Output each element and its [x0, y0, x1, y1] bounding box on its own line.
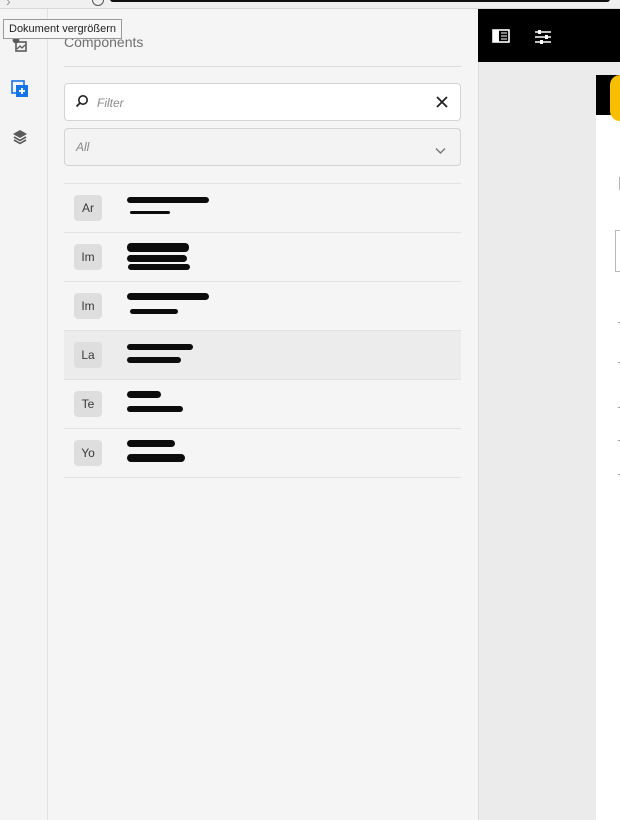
redaction-mark	[128, 264, 190, 270]
properties-icon[interactable]	[534, 29, 552, 50]
component-badge: Im	[74, 293, 102, 319]
component-badge: Te	[74, 391, 102, 417]
redaction-mark	[127, 391, 161, 398]
redaction-mark	[127, 357, 181, 363]
filter-field[interactable]	[64, 83, 461, 121]
redaction-mark	[127, 293, 209, 300]
editor-toolbar	[478, 9, 620, 62]
page-preview[interactable]	[596, 114, 620, 820]
redaction-mark	[127, 255, 187, 262]
components-panel: Components All Ar	[48, 9, 477, 820]
list-item[interactable]: Te	[64, 380, 461, 429]
search-icon	[75, 94, 89, 113]
redaction-mark	[130, 211, 170, 214]
component-badge: Im	[74, 244, 102, 270]
component-badge: La	[74, 342, 102, 368]
component-badge: Yo	[74, 440, 102, 466]
layers-icon[interactable]	[11, 128, 29, 146]
component-list: Ar Im Im La Te Yo	[64, 183, 461, 478]
edit-handle-icon[interactable]	[610, 75, 620, 121]
page-input-fragment	[615, 230, 620, 272]
tooltip: Dokument vergrößern	[3, 19, 122, 39]
browser-toolbar: ›	[0, 0, 620, 9]
divider	[64, 66, 461, 67]
list-item[interactable]: Im	[64, 233, 461, 282]
side-panel-icon[interactable]	[492, 29, 510, 48]
list-item[interactable]: Yo	[64, 429, 461, 478]
redaction-mark	[127, 243, 189, 252]
list-item[interactable]: La	[64, 331, 461, 380]
page-canvas[interactable]: I	[478, 62, 620, 820]
list-item[interactable]: Im	[64, 282, 461, 331]
redaction-mark	[127, 406, 183, 412]
site-info-icon[interactable]	[92, 0, 104, 6]
redaction-mark	[127, 344, 193, 350]
component-group-select[interactable]: All	[64, 128, 461, 166]
component-badge: Ar	[74, 195, 102, 221]
forward-nav-icon[interactable]: ›	[6, 0, 11, 8]
select-value: All	[76, 140, 90, 154]
side-rail	[0, 9, 48, 820]
redaction-mark	[130, 309, 178, 314]
clear-filter-icon[interactable]	[436, 95, 448, 113]
redaction-mark	[127, 454, 185, 462]
list-item[interactable]: Ar	[64, 184, 461, 233]
add-component-icon[interactable]	[11, 80, 29, 98]
redaction-mark	[127, 197, 209, 203]
address-bar-redaction	[110, 0, 610, 2]
filter-input[interactable]	[95, 90, 419, 116]
redaction-mark	[127, 440, 175, 447]
chevron-down-icon	[435, 142, 446, 160]
